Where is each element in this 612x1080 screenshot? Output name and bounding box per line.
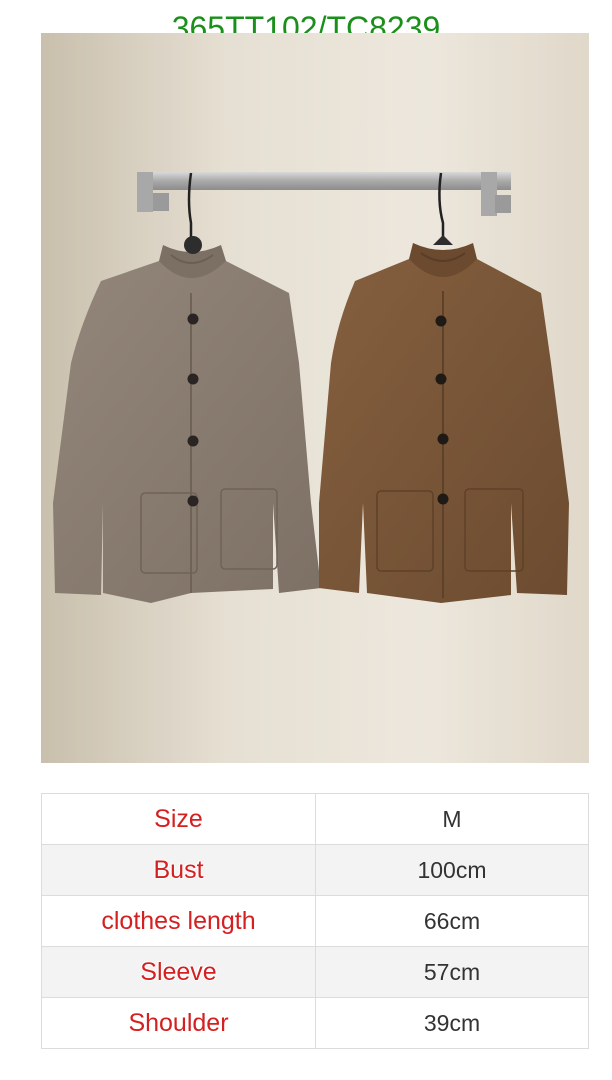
jackets-illustration [41, 33, 589, 763]
table-row: Size M [41, 793, 589, 845]
row-value: 39cm [315, 997, 589, 1049]
row-value: M [315, 793, 589, 845]
size-table: Size M Bust 100cm clothes length 66cm Sl… [41, 793, 589, 1049]
product-photo [41, 33, 589, 763]
brown-jacket [319, 235, 569, 603]
row-label: Shoulder [41, 997, 316, 1049]
table-row: Shoulder 39cm [41, 997, 589, 1049]
row-label: clothes length [41, 895, 316, 947]
row-label: Bust [41, 844, 316, 896]
table-row: Sleeve 57cm [41, 946, 589, 998]
row-value: 100cm [315, 844, 589, 896]
row-value: 66cm [315, 895, 589, 947]
row-label: Sleeve [41, 946, 316, 998]
table-row: Bust 100cm [41, 844, 589, 896]
table-row: clothes length 66cm [41, 895, 589, 947]
row-label: Size [41, 793, 316, 845]
row-value: 57cm [315, 946, 589, 998]
